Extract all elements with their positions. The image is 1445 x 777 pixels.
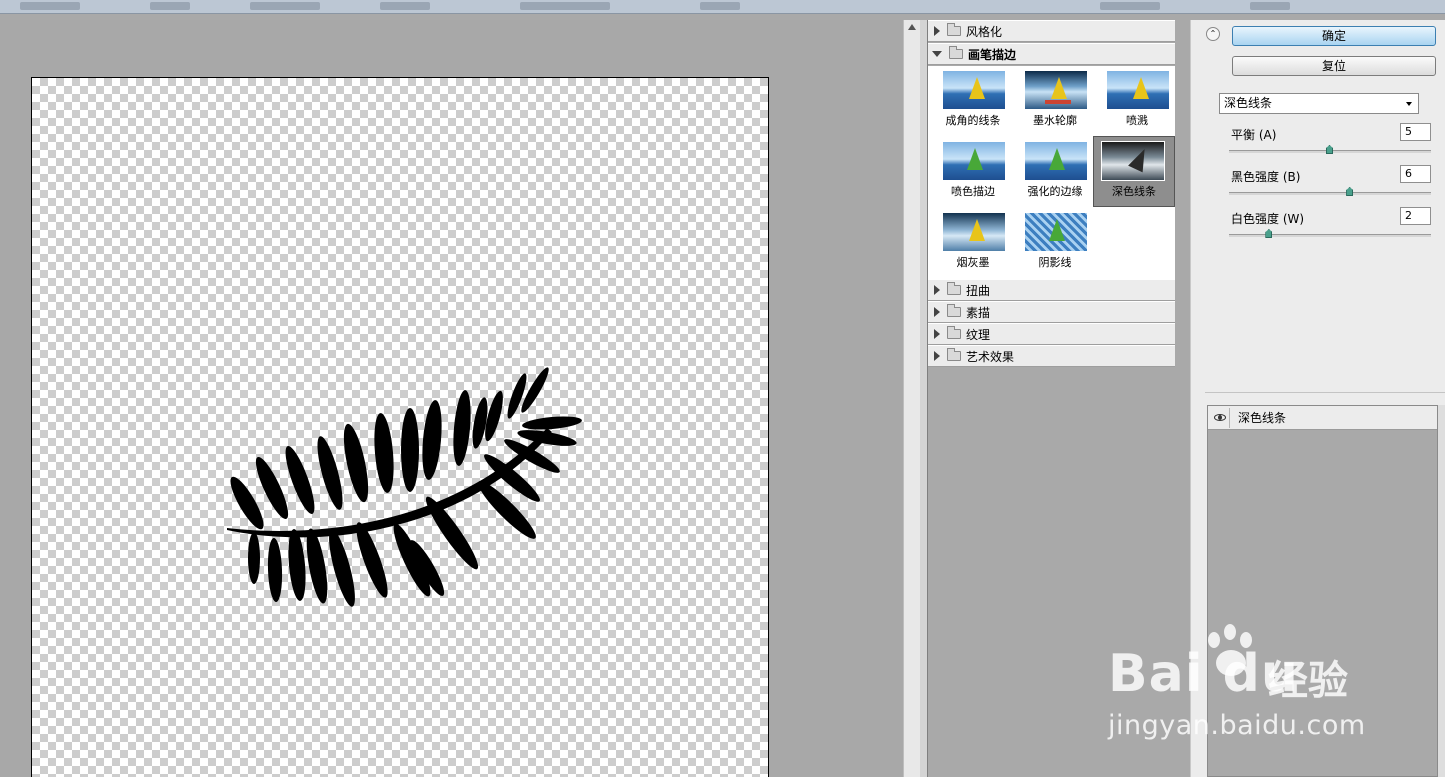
expand-arrow-icon [934,307,940,317]
balance-label: 平衡 (A) [1231,128,1277,142]
filter-label: 喷色描边 [951,185,995,198]
preview-vertical-scrollbar[interactable] [903,20,920,777]
black-intensity-label: 黑色强度 (B) [1231,170,1301,184]
expand-arrow-icon [934,285,940,295]
category-stylize[interactable]: 风格化 [928,20,1175,42]
category-label: 画笔描边 [968,47,1017,62]
filter-label: 墨水轮廓 [1033,114,1077,127]
expand-arrow-icon [934,329,940,339]
category-texture[interactable]: 纹理 [928,323,1175,345]
filter-label: 成角的线条 [945,114,1001,127]
filter-label: 深色线条 [1112,185,1156,198]
category-label: 素描 [966,305,991,320]
filter-preview-image [942,212,1006,252]
black-intensity-slider[interactable] [1229,187,1431,196]
panel-divider [920,20,927,777]
preview-canvas[interactable] [31,77,769,777]
folder-icon [947,23,961,36]
filter-select[interactable]: 深色线条 [1219,93,1419,114]
effect-layer-label: 深色线条 [1238,411,1287,425]
filter-thumb-crosshatch[interactable]: 阴影线 [1015,208,1095,276]
eye-icon [1213,414,1226,421]
visibility-toggle[interactable] [1210,407,1230,428]
filter-thumb-spatter[interactable]: 喷溅 [1097,66,1177,134]
balance-slider-knob[interactable] [1326,145,1333,154]
filter-preview-image [1101,141,1165,181]
black-intensity-slider-knob[interactable] [1346,187,1354,196]
filter-label: 烟灰墨 [956,256,990,269]
filter-thumb-sprayed-strokes[interactable]: 喷色描边 [933,137,1013,205]
category-distort[interactable]: 扭曲 [928,279,1175,301]
filter-thumb-ink-outlines[interactable]: 墨水轮廓 [1015,66,1095,134]
collapse-gallery-icon[interactable]: ⌃ [1206,27,1220,41]
filter-thumb-dark-strokes[interactable]: 深色线条 [1093,136,1175,207]
palm-leaf-image [227,367,582,607]
filter-thumb-sumi-e[interactable]: 烟灰墨 [933,208,1013,276]
filter-thumbnail-grid: 成角的线条 墨水轮廓 喷溅 喷色描边 强化的边缘 深色线条 烟灰墨 阴影线 [928,66,1175,279]
filter-label: 强化的边缘 [1027,185,1083,198]
filter-preview-image [1024,70,1088,110]
category-label: 风格化 [966,24,1003,39]
filter-preview-image [942,141,1006,181]
white-intensity-input[interactable]: 2 [1400,207,1431,225]
scroll-up-icon[interactable] [908,24,916,30]
folder-icon [947,348,961,361]
effect-layer-row[interactable]: 深色线条 [1208,406,1437,430]
layers-scrollbar[interactable] [1438,405,1445,777]
folder-open-icon [949,46,963,59]
category-artistic[interactable]: 艺术效果 [928,345,1175,367]
filter-label: 阴影线 [1038,256,1072,269]
filter-preview-image [942,70,1006,110]
panel-separator [1205,392,1445,393]
white-intensity-label: 白色强度 (W) [1231,212,1305,226]
folder-icon [947,282,961,295]
watermark-brand: 经验 [1268,658,1348,704]
filter-preview-image [1024,212,1088,252]
category-brush-strokes[interactable]: 画笔描边 [928,43,1175,65]
white-intensity-slider-knob[interactable] [1265,229,1273,238]
black-intensity-input[interactable]: 6 [1400,165,1431,183]
filter-thumb-angled-strokes[interactable]: 成角的线条 [933,66,1013,134]
reset-button[interactable]: 复位 [1232,56,1436,76]
category-label: 纹理 [966,327,991,342]
white-intensity-slider[interactable] [1229,229,1431,238]
filter-select-value: 深色线条 [1224,96,1273,110]
category-label: 艺术效果 [966,349,1015,364]
filter-preview-image [1106,70,1170,110]
chevron-down-icon [1406,102,1412,106]
expand-arrow-icon [934,26,940,36]
watermark-url: jingyan.baidu.com [1108,710,1366,741]
collapse-arrow-icon [932,51,942,57]
folder-icon [947,326,961,339]
balance-slider[interactable] [1229,145,1431,154]
balance-input[interactable]: 5 [1400,123,1431,141]
ok-button[interactable]: 确定 [1232,26,1436,46]
folder-icon [947,304,961,317]
top-toolbar-strip [0,0,1445,14]
category-label: 扭曲 [966,283,991,298]
watermark: Bai du 经验 jingyan.baidu.com [1108,622,1438,752]
category-sketch[interactable]: 素描 [928,301,1175,323]
filter-preview-image [1024,141,1088,181]
filter-label: 喷溅 [1126,114,1148,127]
filter-thumb-accented-edges[interactable]: 强化的边缘 [1015,137,1095,205]
expand-arrow-icon [934,351,940,361]
preview-area[interactable] [0,20,903,777]
